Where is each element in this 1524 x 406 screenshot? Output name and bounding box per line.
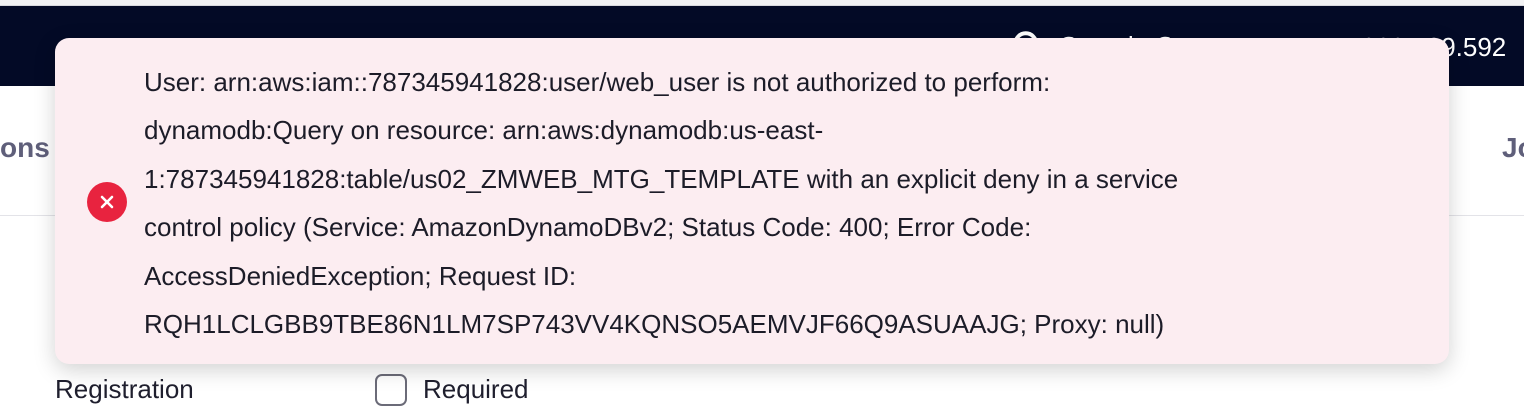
error-message-line: 1:787345941828:table/us02_ZMWEB_MTG_TEMP… bbox=[144, 163, 1179, 194]
error-message-line: AccessDeniedException; Request ID: bbox=[144, 260, 577, 291]
error-message-line: dynamodb:Query on resource: arn:aws:dyna… bbox=[144, 115, 824, 146]
subnav-tab-left[interactable]: ons bbox=[0, 132, 50, 164]
error-message-line: RQH1LCLGBB9TBE86N1LM7SP743VV4KQNSO5AEMVJ… bbox=[144, 309, 1165, 340]
close-icon bbox=[100, 195, 114, 209]
error-message-line: User: arn:aws:iam::787345941828:user/web… bbox=[144, 67, 1051, 97]
required-checkbox[interactable] bbox=[375, 374, 407, 406]
registration-label: Registration bbox=[55, 374, 194, 404]
subnav-tab-right[interactable]: Jo bbox=[1502, 132, 1524, 164]
error-icon bbox=[87, 182, 127, 222]
error-toast: User: arn:aws:iam::787345941828:user/web… bbox=[55, 38, 1449, 364]
error-message-line: control policy (Service: AmazonDynamoDBv… bbox=[144, 212, 1032, 243]
required-label[interactable]: Required bbox=[423, 374, 529, 405]
error-message: User: arn:aws:iam::787345941828:user/web… bbox=[144, 58, 1414, 348]
registration-row: Registration Required bbox=[55, 370, 755, 406]
